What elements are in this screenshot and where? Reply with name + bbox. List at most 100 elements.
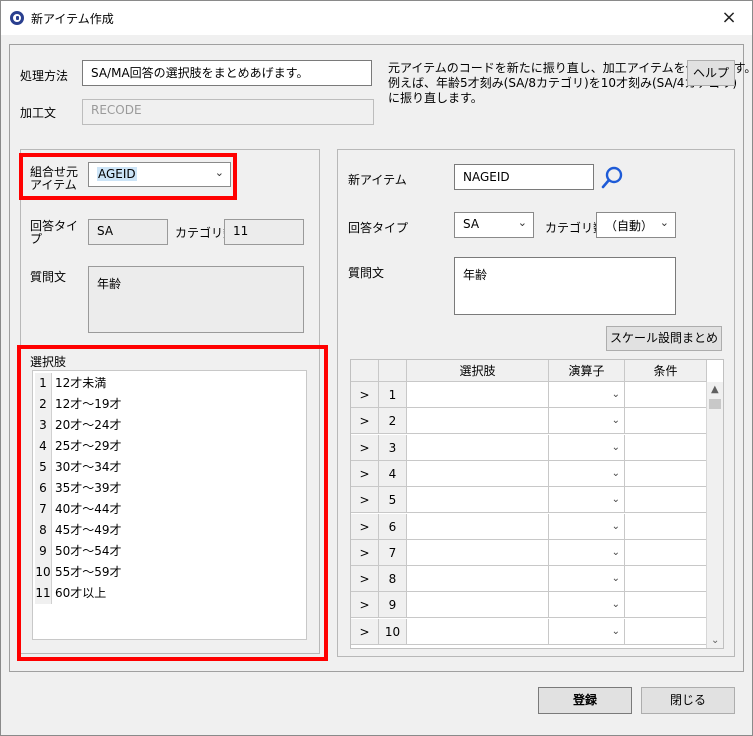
chevron-down-icon[interactable]: ⌄ — [612, 566, 620, 592]
choice-cell[interactable] — [407, 592, 549, 619]
row-selector[interactable]: > — [351, 460, 379, 487]
chevron-down-icon[interactable]: ⌄ — [612, 487, 620, 513]
new-item-field[interactable]: NAGEID — [454, 164, 594, 190]
question-field: 年齢 — [88, 266, 304, 333]
answer-type-field: SA — [88, 219, 168, 245]
condition-cell[interactable] — [625, 382, 707, 408]
target-question-label: 質問文 — [348, 266, 385, 280]
choice-cell[interactable] — [407, 539, 549, 566]
scroll-thumb[interactable] — [709, 399, 721, 409]
table-row: >1 ⌄ — [351, 382, 707, 408]
row-number: 9 — [379, 592, 407, 619]
condition-cell[interactable] — [625, 487, 707, 514]
condition-cell[interactable] — [625, 539, 707, 566]
choice-cell[interactable] — [407, 513, 549, 540]
choice-cell[interactable] — [407, 382, 549, 408]
chevron-down-icon[interactable]: ⌄ — [612, 435, 620, 461]
table-row: >3 ⌄ — [351, 434, 707, 461]
help-button[interactable]: ヘルプ — [687, 60, 735, 86]
operator-cell[interactable]: ⌄ — [549, 434, 625, 461]
choice-cell[interactable] — [407, 487, 549, 514]
table-row: >4 ⌄ — [351, 460, 707, 487]
chevron-down-icon: ⌄ — [517, 216, 527, 229]
processing-field: RECODE — [82, 99, 374, 125]
chevron-down-icon[interactable]: ⌄ — [612, 619, 620, 645]
method-label: 処理方法 — [20, 69, 69, 83]
row-selector[interactable]: > — [351, 566, 379, 593]
target-category-count-combo[interactable]: （自動） ⌄ — [596, 212, 676, 238]
close-button[interactable]: 閉じる — [641, 687, 735, 714]
scale-question-button[interactable]: スケール設問まとめ — [606, 326, 722, 351]
row-number: 10 — [379, 618, 407, 645]
operator-cell[interactable]: ⌄ — [549, 566, 625, 593]
table-row: >5 ⌄ — [351, 487, 707, 514]
row-number: 8 — [379, 566, 407, 593]
table-row: >8 ⌄ — [351, 566, 707, 593]
table-row: >9 ⌄ — [351, 592, 707, 619]
condition-cell[interactable] — [625, 592, 707, 619]
grid-header-condition: 条件 — [625, 360, 707, 382]
register-button[interactable]: 登録 — [538, 687, 632, 714]
choice-cell[interactable] — [407, 434, 549, 461]
condition-cell[interactable] — [625, 566, 707, 593]
choice-cell[interactable] — [407, 460, 549, 487]
operator-cell[interactable]: ⌄ — [549, 539, 625, 566]
row-selector[interactable]: > — [351, 592, 379, 619]
chevron-down-icon[interactable]: ⌄ — [612, 461, 620, 487]
scroll-down-icon[interactable]: ⌄ — [711, 635, 719, 646]
title-bar: 新アイテム作成 × — [1, 1, 752, 35]
condition-cell[interactable] — [625, 513, 707, 540]
grid-header-arrow — [351, 360, 379, 382]
choice-mapping-grid[interactable]: 選択肢 演算子 条件 >1 ⌄ >2 ⌄ >3 ⌄ >4 ⌄ >5 ⌄ >6 ⌄ >7 ⌄ >8 ⌄ >9 ⌄ >1… — [350, 359, 724, 649]
chevron-down-icon: ⌄ — [659, 216, 669, 229]
search-icon[interactable] — [599, 164, 625, 190]
grid-scrollbar[interactable]: ▲ ⌄ — [706, 382, 723, 648]
operator-cell[interactable]: ⌄ — [549, 460, 625, 487]
row-number: 7 — [379, 539, 407, 566]
operator-cell[interactable]: ⌄ — [549, 408, 625, 435]
operator-cell[interactable]: ⌄ — [549, 592, 625, 619]
dialog-window: 新アイテム作成 × 処理方法 SA/MA回答の選択肢をまとめあげます。 加工文 … — [0, 0, 753, 736]
chevron-down-icon[interactable]: ⌄ — [612, 540, 620, 566]
chevron-down-icon[interactable]: ⌄ — [612, 592, 620, 618]
chevron-down-icon[interactable]: ⌄ — [612, 382, 620, 408]
operator-cell[interactable]: ⌄ — [549, 487, 625, 514]
target-category-count-value: （自動） — [605, 219, 654, 233]
highlight-box-choices — [17, 345, 328, 661]
answer-type-label-line2: プ — [30, 232, 43, 246]
condition-cell[interactable] — [625, 408, 707, 435]
operator-cell[interactable]: ⌄ — [549, 382, 625, 408]
row-selector[interactable]: > — [351, 539, 379, 566]
target-question-field[interactable]: 年齢 — [454, 257, 676, 315]
row-selector[interactable]: > — [351, 408, 379, 435]
row-selector[interactable]: > — [351, 513, 379, 540]
category-count-field: 11 — [224, 219, 304, 245]
table-row: >6 ⌄ — [351, 513, 707, 540]
question-label: 質問文 — [30, 270, 67, 284]
scroll-up-icon[interactable]: ▲ — [711, 384, 719, 395]
row-number: 2 — [379, 408, 407, 435]
grid-header-operator: 演算子 — [549, 360, 625, 382]
row-selector[interactable]: > — [351, 434, 379, 461]
condition-cell[interactable] — [625, 618, 707, 645]
chevron-down-icon[interactable]: ⌄ — [612, 408, 620, 434]
grid-header-choice: 選択肢 — [407, 360, 549, 382]
choice-cell[interactable] — [407, 408, 549, 435]
target-answer-type-combo[interactable]: SA ⌄ — [454, 212, 534, 238]
chevron-down-icon[interactable]: ⌄ — [612, 514, 620, 540]
row-number: 3 — [379, 434, 407, 461]
operator-cell[interactable]: ⌄ — [549, 618, 625, 645]
condition-cell[interactable] — [625, 434, 707, 461]
choice-cell[interactable] — [407, 618, 549, 645]
operator-cell[interactable]: ⌄ — [549, 513, 625, 540]
row-selector[interactable]: > — [351, 618, 379, 645]
row-number: 4 — [379, 460, 407, 487]
close-window-button[interactable]: × — [716, 5, 742, 31]
condition-cell[interactable] — [625, 460, 707, 487]
dialog-body: 処理方法 SA/MA回答の選択肢をまとめあげます。 加工文 RECODE 元アイ… — [9, 44, 753, 672]
row-selector[interactable]: > — [351, 487, 379, 514]
description-line-3: に振り直します。 — [388, 91, 483, 105]
method-field[interactable]: SA/MA回答の選択肢をまとめあげます。 — [82, 60, 372, 86]
row-selector[interactable]: > — [351, 382, 379, 408]
choice-cell[interactable] — [407, 566, 549, 593]
